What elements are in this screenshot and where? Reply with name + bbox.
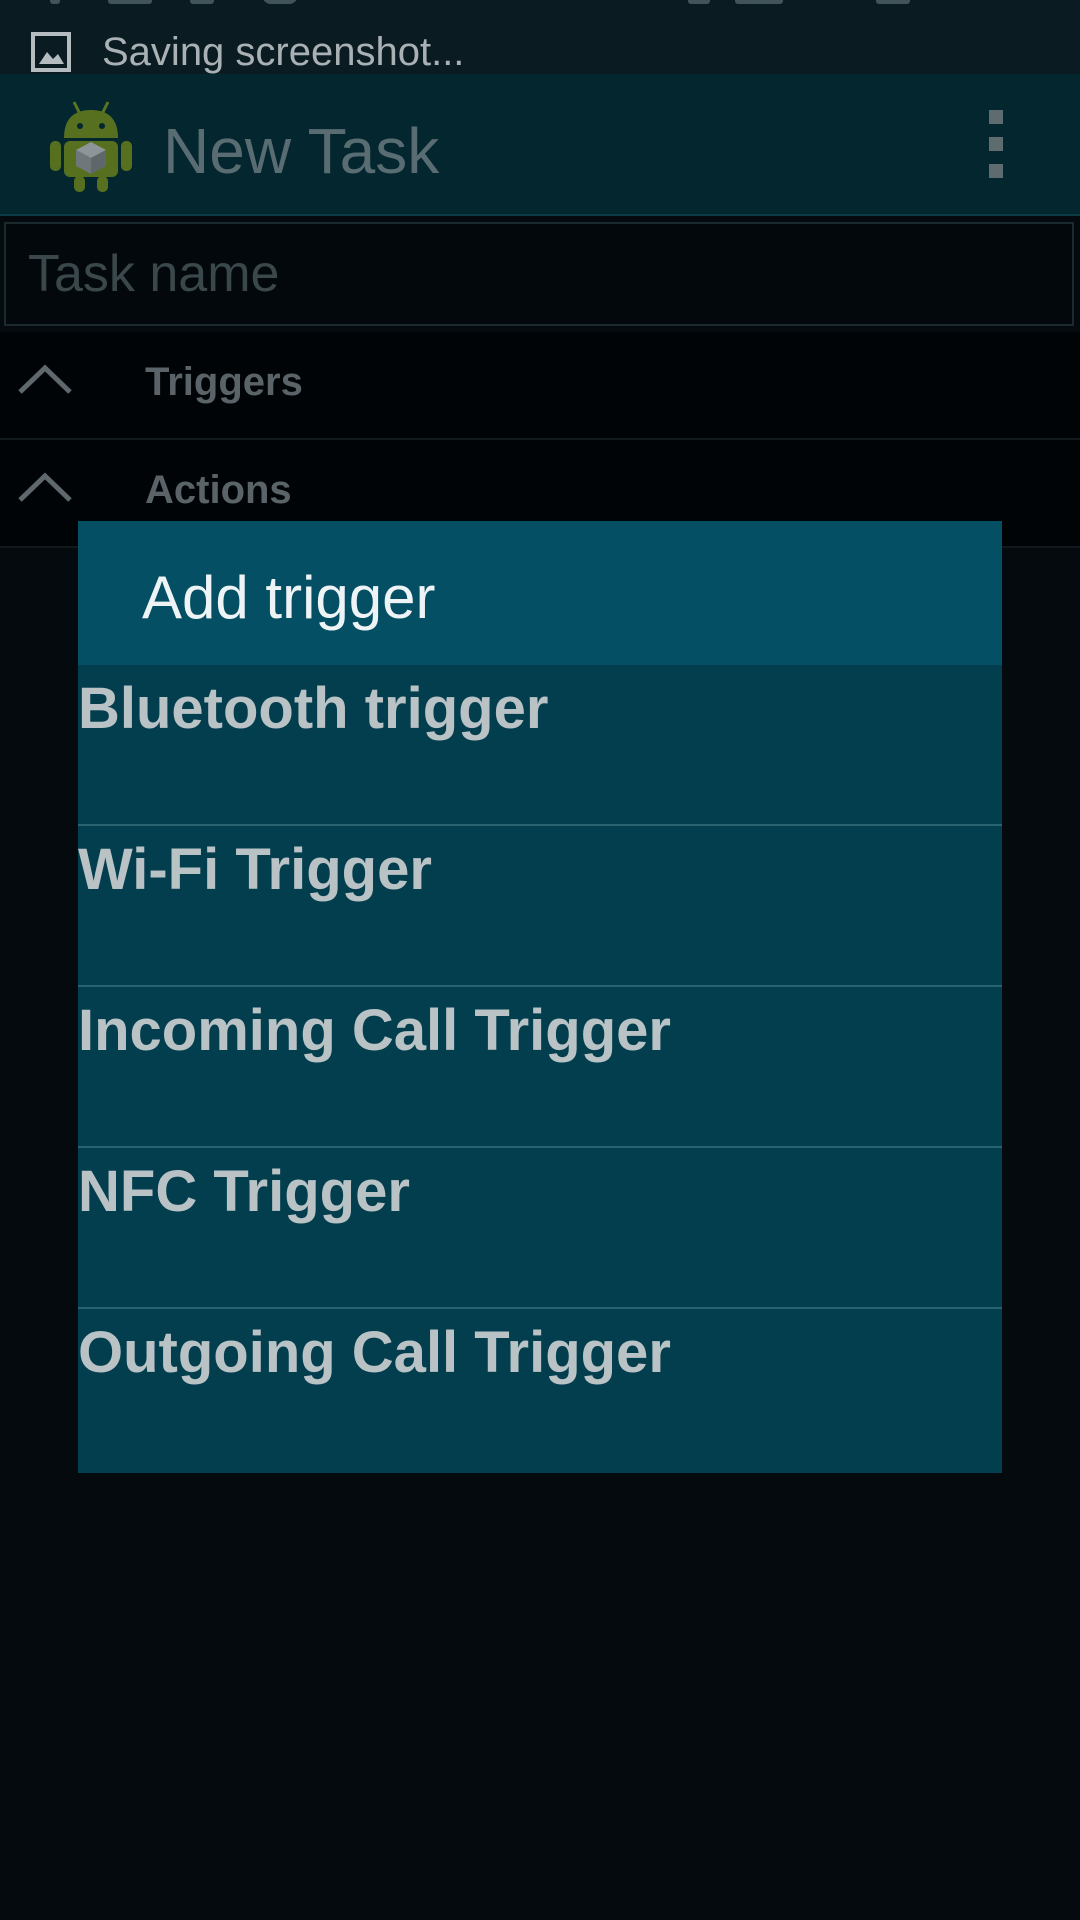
app-title: New Task xyxy=(163,115,440,187)
list-item-nfc-trigger[interactable]: NFC Trigger xyxy=(78,1148,1002,1309)
task-name-field xyxy=(4,222,1074,326)
task-name-input[interactable] xyxy=(6,224,1072,324)
dialog-header: Add trigger xyxy=(78,521,1002,665)
list-item-label: Incoming Call Trigger xyxy=(78,998,671,1063)
android-app-icon xyxy=(50,101,132,192)
list-item-incoming-call-trigger[interactable]: Incoming Call Trigger xyxy=(78,987,1002,1148)
action-bar: New Task xyxy=(0,74,1080,216)
section-triggers[interactable]: Triggers xyxy=(0,332,1080,440)
add-trigger-dialog: Add trigger Bluetooth trigger Wi-Fi Trig… xyxy=(78,521,1002,1473)
list-item-wifi-trigger[interactable]: Wi-Fi Trigger xyxy=(78,826,1002,987)
status-bar: Saving screenshot... xyxy=(0,0,1080,74)
list-item-bluetooth-trigger[interactable]: Bluetooth trigger xyxy=(78,665,1002,826)
screenshot-icon xyxy=(31,32,71,72)
notification-text: Saving screenshot... xyxy=(102,30,465,74)
list-item-label: Bluetooth trigger xyxy=(78,676,549,741)
list-item-label: Wi-Fi Trigger xyxy=(78,837,432,902)
list-item-label: Outgoing Call Trigger xyxy=(78,1320,671,1385)
overflow-menu-icon[interactable] xyxy=(980,104,1012,184)
chevron-up-icon xyxy=(18,364,72,394)
section-label: Triggers xyxy=(145,360,303,404)
list-item-outgoing-call-trigger[interactable]: Outgoing Call Trigger xyxy=(78,1309,1002,1470)
section-label: Actions xyxy=(145,468,292,512)
chevron-up-icon xyxy=(18,472,72,502)
list-item-label: NFC Trigger xyxy=(78,1159,410,1224)
dialog-title: Add trigger xyxy=(142,564,436,631)
